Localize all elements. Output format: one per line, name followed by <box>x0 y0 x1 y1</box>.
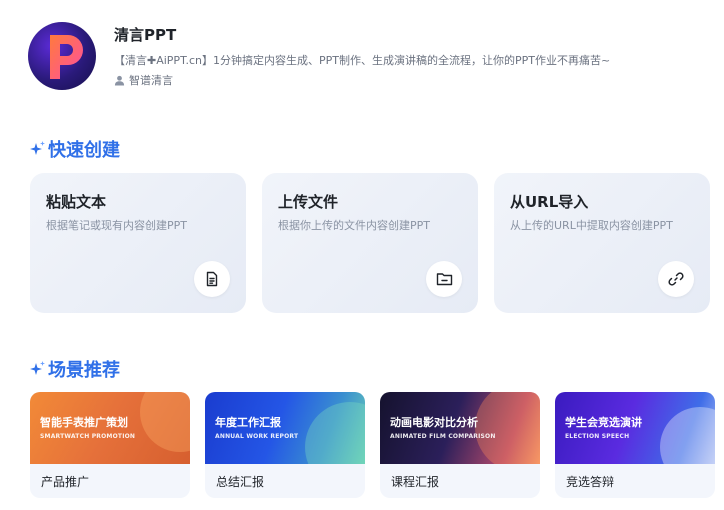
person-icon <box>114 75 125 86</box>
sparkle-icon <box>28 140 46 158</box>
quick-card-desc: 根据你上传的文件内容创建PPT <box>278 219 430 232</box>
quick-card-paste-text[interactable]: 粘贴文本 根据笔记或现有内容创建PPT <box>30 173 246 313</box>
app-author: 智谱清言 <box>114 72 173 88</box>
section-title-text: 场景推荐 <box>48 360 120 381</box>
scene-banner-subtitle: SMARTWATCH PROMOTION <box>40 433 136 440</box>
author-name: 智谱清言 <box>129 74 173 87</box>
scene-banner-subtitle: ANIMATED FILM COMPARISON <box>390 433 496 440</box>
link-icon[interactable] <box>658 261 694 297</box>
scene-label: 总结汇报 <box>216 475 265 489</box>
scene-banner-title: 学生会竞选演讲 <box>565 416 642 429</box>
app-header: 清言PPT 【清言✚AiPPT.cn】1分钟搞定内容生成、PPT制作、生成演讲稿… <box>28 20 718 100</box>
scene-card-course-report[interactable]: 动画电影对比分析 ANIMATED FILM COMPARISON 课程汇报 <box>380 392 540 498</box>
app-logo <box>28 22 96 90</box>
banner-decoration <box>660 407 715 464</box>
folder-icon[interactable] <box>426 261 462 297</box>
scene-banner-subtitle: ELECTION SPEECH <box>565 433 630 440</box>
banner-decoration <box>140 392 190 452</box>
scene-label: 产品推广 <box>41 475 90 489</box>
document-icon[interactable] <box>194 261 230 297</box>
banner-decoration <box>475 392 540 464</box>
scene-banner: 学生会竞选演讲 ELECTION SPEECH <box>555 392 715 464</box>
scene-banner: 智能手表推广策划 SMARTWATCH PROMOTION <box>30 392 190 464</box>
scene-banner-title: 动画电影对比分析 <box>390 416 478 429</box>
scene-label: 竞选答辩 <box>566 475 615 489</box>
scene-banner: 动画电影对比分析 ANIMATED FILM COMPARISON <box>380 392 540 464</box>
section-title-quick-create: 快速创建 <box>28 136 120 162</box>
scene-banner-subtitle: ANNUAL WORK REPORT <box>215 433 299 440</box>
scene-card-election-defense[interactable]: 学生会竞选演讲 ELECTION SPEECH 竞选答辩 <box>555 392 715 498</box>
app-description: 【清言✚AiPPT.cn】1分钟搞定内容生成、PPT制作、生成演讲稿的全流程，让… <box>114 54 611 67</box>
app-title: 清言PPT <box>114 26 177 44</box>
quick-card-desc: 根据笔记或现有内容创建PPT <box>46 219 187 232</box>
logo-p-icon <box>50 35 83 79</box>
scene-card-summary-report[interactable]: 年度工作汇报 ANNUAL WORK REPORT 总结汇报 <box>205 392 365 498</box>
scene-label: 课程汇报 <box>391 475 440 489</box>
section-title-scenes: 场景推荐 <box>28 356 120 382</box>
scene-banner: 年度工作汇报 ANNUAL WORK REPORT <box>205 392 365 464</box>
banner-decoration <box>305 402 365 464</box>
quick-card-title: 从URL导入 <box>510 193 589 211</box>
scene-card-product-promotion[interactable]: 智能手表推广策划 SMARTWATCH PROMOTION 产品推广 <box>30 392 190 498</box>
quick-card-title: 上传文件 <box>278 193 339 211</box>
scene-banner-title: 年度工作汇报 <box>215 416 281 429</box>
quick-card-desc: 从上传的URL中提取内容创建PPT <box>510 219 673 232</box>
quick-card-import-url[interactable]: 从URL导入 从上传的URL中提取内容创建PPT <box>494 173 710 313</box>
quick-card-title: 粘贴文本 <box>46 193 107 211</box>
section-title-text: 快速创建 <box>48 140 120 161</box>
sparkle-icon <box>28 360 46 378</box>
scene-banner-title: 智能手表推广策划 <box>40 416 128 429</box>
quick-card-upload-file[interactable]: 上传文件 根据你上传的文件内容创建PPT <box>262 173 478 313</box>
